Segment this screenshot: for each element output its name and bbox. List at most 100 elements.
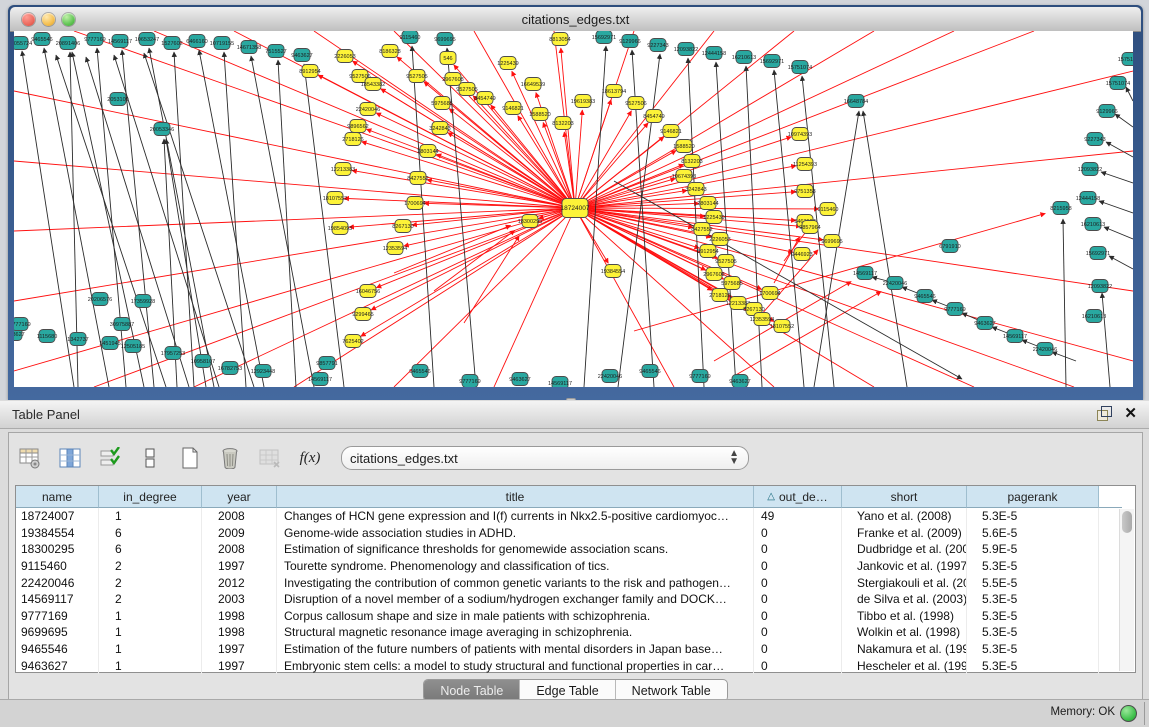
column-visibility-icon[interactable] xyxy=(55,443,85,473)
column-header-year[interactable]: year xyxy=(202,486,277,508)
delete-icon[interactable] xyxy=(215,443,245,473)
network-node[interactable]: 12093822 xyxy=(1088,280,1112,293)
network-node[interactable]: 9465546 xyxy=(914,290,935,303)
network-node[interactable]: 9896562 xyxy=(347,120,368,133)
network-node[interactable]: 9146821 xyxy=(502,102,523,115)
network-node[interactable]: 8132203 xyxy=(681,155,702,168)
table-row[interactable]: 1938455462009Genome-wide association stu… xyxy=(16,525,1135,542)
network-node[interactable]: 8813054 xyxy=(549,33,570,46)
network-node[interactable]: 9146821 xyxy=(660,125,681,138)
table-selector-dropdown[interactable]: citations_edges.txt ▲▼ xyxy=(341,446,749,470)
network-node[interactable]: 20891406 xyxy=(56,37,80,50)
network-node[interactable]: 9115460 xyxy=(399,31,420,44)
network-node[interactable]: 9777169 xyxy=(84,33,105,46)
network-node[interactable]: 12093822 xyxy=(1078,163,1102,176)
row-select-icon[interactable] xyxy=(95,443,125,473)
network-node[interactable]: 5975685 xyxy=(431,97,452,110)
network-node[interactable]: 6466160 xyxy=(186,35,207,48)
network-node[interactable]: 15692971 xyxy=(592,31,616,44)
network-node[interactable]: 14671358 xyxy=(237,41,261,54)
network-node[interactable]: 19384554 xyxy=(601,265,625,278)
network-node[interactable]: 16210613 xyxy=(1082,310,1106,323)
network-node[interactable]: 9465546 xyxy=(409,365,430,378)
network-node[interactable]: 9527505 xyxy=(456,83,477,96)
network-node[interactable]: 12093822 xyxy=(674,43,698,56)
network-node[interactable]: 16210613 xyxy=(1081,218,1105,231)
network-node[interactable]: 3242843 xyxy=(429,122,450,135)
network-node[interactable]: 2226053 xyxy=(334,50,355,63)
network-node[interactable]: 9299465 xyxy=(352,308,373,321)
network-node[interactable]: 12444158 xyxy=(1076,192,1100,205)
table-row[interactable]: 969969511998Structural magnetic resonanc… xyxy=(16,624,1135,641)
network-node[interactable]: 2718126 xyxy=(709,289,730,302)
network-node[interactable]: 1700694 xyxy=(404,197,425,210)
network-node[interactable]: 2226053 xyxy=(709,233,730,246)
network-node[interactable]: 12353594 xyxy=(383,242,407,255)
table-row[interactable]: 946554611997Estimation of the future num… xyxy=(16,641,1135,658)
column-header-short[interactable]: short xyxy=(842,486,967,508)
table-row[interactable]: 946362711997Embryonic stem cells: a mode… xyxy=(16,657,1135,674)
network-node[interactable]: 7515527 xyxy=(265,45,286,58)
network-node[interactable]: 9857791 xyxy=(316,357,337,370)
network-node[interactable]: 8912954 xyxy=(299,65,320,78)
network-node[interactable]: 16782753 xyxy=(218,362,242,375)
new-document-icon[interactable] xyxy=(175,443,205,473)
table-scrollbar-thumb[interactable] xyxy=(1122,511,1132,533)
network-node[interactable]: 12444158 xyxy=(702,47,726,60)
network-node[interactable]: 9699695 xyxy=(434,33,455,46)
network-node[interactable]: 9857964 xyxy=(799,221,820,234)
network-node[interactable]: 16210613 xyxy=(732,51,756,64)
network-node[interactable]: 30975887 xyxy=(110,318,134,331)
tab-edge-table[interactable]: Edge Table xyxy=(520,680,615,701)
network-node[interactable]: 9465546 xyxy=(31,33,52,46)
table-row[interactable]: 1872400712008Changes of HCN gene express… xyxy=(16,508,1135,525)
network-node[interactable]: 8267130 xyxy=(392,220,413,233)
network-node[interactable]: 9751353 xyxy=(794,185,815,198)
network-node[interactable]: 17359928 xyxy=(131,295,155,308)
network-node[interactable]: 9777169 xyxy=(459,375,480,388)
network-node[interactable]: 14569117 xyxy=(108,35,132,48)
network-node[interactable]: 10719155 xyxy=(210,37,234,50)
window-titlebar[interactable]: citations_edges.txt xyxy=(10,7,1141,32)
network-node[interactable]: 18724007 xyxy=(561,199,590,218)
network-node[interactable]: 15751074 xyxy=(788,61,812,74)
network-node[interactable]: 1527602 xyxy=(161,37,182,50)
network-node[interactable]: 6791910 xyxy=(939,240,960,253)
network-node[interactable]: 8912954 xyxy=(697,245,718,258)
network-node[interactable]: 16046756 xyxy=(356,285,380,298)
network-node[interactable]: 18613794 xyxy=(602,85,626,98)
table-scrollbar[interactable] xyxy=(1119,509,1134,671)
column-header-pagerank[interactable]: pagerank xyxy=(967,486,1099,508)
network-node[interactable]: 16649539 xyxy=(521,78,545,91)
network-node[interactable]: 9463627 xyxy=(974,317,995,330)
network-node[interactable]: 9446923 xyxy=(791,248,812,261)
network-node[interactable]: 1342737 xyxy=(67,333,88,346)
network-node[interactable]: 1225439 xyxy=(703,211,724,224)
column-header-in_degree[interactable]: in_degree xyxy=(99,486,202,508)
network-node[interactable]: 8454749 xyxy=(643,110,664,123)
table-row[interactable]: 977716911998Corpus callosum shape and si… xyxy=(16,608,1135,625)
column-header-out_de[interactable]: △out_de… xyxy=(754,486,842,508)
network-node[interactable]: 8215958 xyxy=(1050,202,1071,215)
network-node[interactable]: 2803144 xyxy=(697,197,718,210)
network-node[interactable]: 14569117 xyxy=(548,377,572,388)
network-node[interactable]: 1225439 xyxy=(497,57,518,70)
network-node[interactable]: 8454749 xyxy=(474,92,495,105)
network-node[interactable]: 1115680 xyxy=(37,330,58,343)
table-settings-icon[interactable] xyxy=(15,443,45,473)
network-node[interactable]: 10674393 xyxy=(672,170,696,183)
network-node[interactable]: 1700694 xyxy=(759,287,780,300)
network-node[interactable]: 1588520 xyxy=(529,108,550,121)
network-node[interactable]: 9129966 xyxy=(1096,105,1117,118)
column-header-name[interactable]: name xyxy=(16,486,99,508)
function-icon[interactable]: f(x) xyxy=(295,443,325,473)
network-node[interactable]: 10653247 xyxy=(135,33,159,46)
network-node[interactable]: 9777169 xyxy=(689,370,710,383)
network-canvas[interactable]: 1405572494655462089140697771691456911710… xyxy=(14,31,1133,387)
network-node[interactable]: 2718126 xyxy=(342,133,363,146)
network-node[interactable]: 22420046 xyxy=(1033,343,1057,356)
network-node[interactable]: 7625402 xyxy=(342,335,363,348)
network-node[interactable]: 1588520 xyxy=(673,140,694,153)
network-node[interactable]: 9527505 xyxy=(715,255,736,268)
network-node[interactable]: 2803144 xyxy=(417,145,438,158)
